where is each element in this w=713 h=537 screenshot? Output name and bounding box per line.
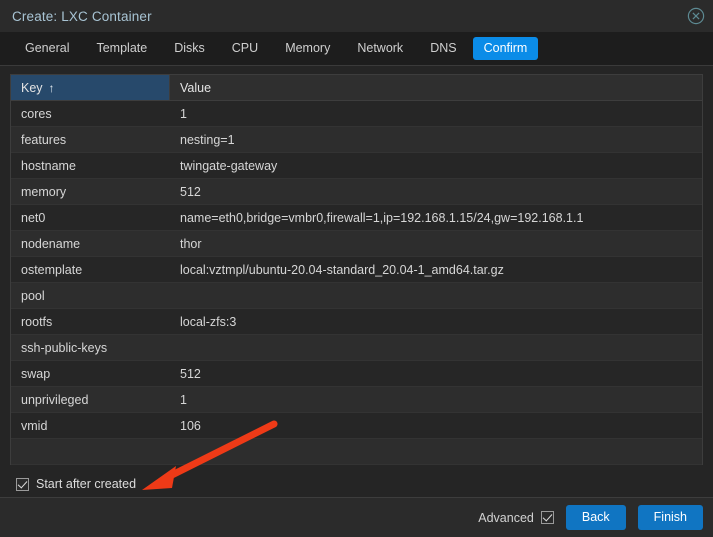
table-row[interactable]: memory 512 (11, 179, 702, 205)
column-header-value[interactable]: Value (170, 75, 702, 100)
row-key: vmid (21, 418, 48, 433)
settings-grid: Key ↑ Value cores 1 features nesting=1 h… (10, 74, 703, 465)
row-value: nesting=1 (180, 132, 235, 147)
table-row[interactable]: nodename thor (11, 231, 702, 257)
tab-memory[interactable]: Memory (274, 37, 341, 60)
row-value (170, 335, 702, 360)
row-key: rootfs (21, 314, 53, 329)
row-value: 512 (180, 184, 201, 199)
row-value: 512 (180, 366, 201, 381)
row-key: features (21, 132, 67, 147)
start-after-created-row: Start after created (10, 465, 703, 491)
table-row[interactable]: rootfs local-zfs:3 (11, 309, 702, 335)
table-row-empty (11, 439, 702, 465)
table-row[interactable]: features nesting=1 (11, 127, 702, 153)
row-value: local-zfs:3 (180, 314, 237, 329)
row-key-empty (11, 439, 170, 464)
row-key: pool (21, 288, 45, 303)
row-key: cores (21, 106, 52, 121)
row-value: local:vztmpl/ubuntu-20.04-standard_20.04… (180, 262, 504, 277)
tab-network[interactable]: Network (346, 37, 414, 60)
row-key: memory (21, 184, 67, 199)
create-lxc-container-dialog: Create: LXC Container General Template D… (0, 0, 713, 537)
row-value (170, 283, 702, 308)
back-button[interactable]: Back (565, 505, 626, 530)
advanced-label: Advanced (478, 510, 534, 525)
table-row[interactable]: net0 name=eth0,bridge=vmbr0,firewall=1,i… (11, 205, 702, 231)
table-row[interactable]: cores 1 (11, 101, 702, 127)
row-key: net0 (21, 210, 46, 225)
column-header-key[interactable]: Key ↑ (11, 75, 170, 100)
row-value: name=eth0,bridge=vmbr0,firewall=1,ip=192… (180, 210, 584, 225)
row-value: 1 (180, 106, 187, 121)
tab-cpu[interactable]: CPU (221, 37, 269, 60)
row-value: 1 (180, 392, 187, 407)
tab-template[interactable]: Template (85, 37, 158, 60)
row-key: nodename (21, 236, 81, 251)
row-key: hostname (21, 158, 76, 173)
confirm-panel: Key ↑ Value cores 1 features nesting=1 h… (0, 66, 713, 497)
wizard-tabbar: General Template Disks CPU Memory Networ… (0, 32, 713, 66)
table-row[interactable]: ostemplate local:vztmpl/ubuntu-20.04-sta… (11, 257, 702, 283)
grid-header-row: Key ↑ Value (11, 75, 702, 101)
row-value: 106 (180, 418, 201, 433)
row-key: ssh-public-keys (21, 340, 108, 355)
dialog-titlebar: Create: LXC Container (0, 0, 713, 32)
start-after-created-label: Start after created (36, 477, 137, 491)
row-value: thor (180, 236, 202, 251)
table-row[interactable]: swap 512 (11, 361, 702, 387)
tab-dns[interactable]: DNS (419, 37, 467, 60)
dialog-title: Create: LXC Container (12, 8, 152, 24)
tab-confirm[interactable]: Confirm (472, 37, 539, 60)
row-value: twingate-gateway (180, 158, 278, 173)
column-header-key-label: Key (21, 80, 43, 95)
advanced-checkbox[interactable] (540, 511, 554, 524)
table-row[interactable]: unprivileged 1 (11, 387, 702, 413)
sort-ascending-icon: ↑ (48, 80, 55, 95)
column-header-value-label: Value (180, 80, 212, 95)
tab-general[interactable]: General (14, 37, 80, 60)
dialog-footer: Advanced Back Finish (0, 497, 713, 537)
row-key: ostemplate (21, 262, 83, 277)
finish-button[interactable]: Finish (637, 505, 703, 530)
table-row[interactable]: hostname twingate-gateway (11, 153, 702, 179)
start-after-created-checkbox[interactable] (16, 477, 29, 491)
row-key: unprivileged (21, 392, 89, 407)
table-row[interactable]: vmid 106 (11, 413, 702, 439)
row-key: swap (21, 366, 51, 381)
row-value-empty (170, 439, 702, 464)
table-row[interactable]: pool (11, 283, 702, 309)
tab-disks[interactable]: Disks (163, 37, 216, 60)
table-row[interactable]: ssh-public-keys (11, 335, 702, 361)
close-icon[interactable] (687, 7, 705, 25)
